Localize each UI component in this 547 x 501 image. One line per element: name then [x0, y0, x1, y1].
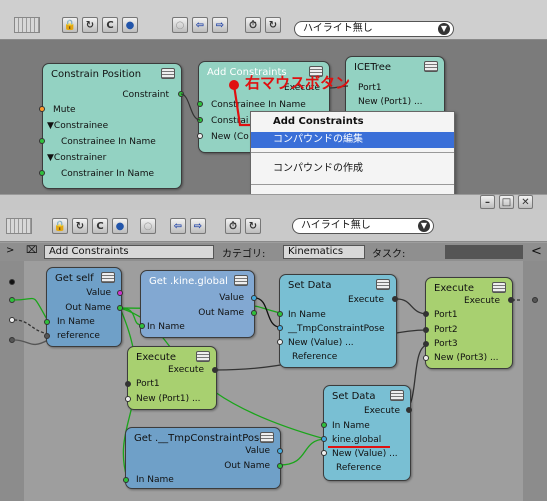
port-value: Value	[219, 293, 244, 303]
port-dot[interactable]	[277, 311, 283, 317]
node-get-self[interactable]: Get self Value Out Name In Name referenc…	[46, 267, 122, 347]
node-execute-mid[interactable]: Execute Execute Port1 New (Port1) ...	[127, 346, 217, 410]
port-in-name: In Name	[147, 322, 185, 332]
port-execute: Execute	[364, 406, 400, 416]
port-execute: Execute	[348, 295, 384, 305]
port-dot[interactable]	[321, 422, 327, 428]
port-dot[interactable]	[44, 333, 50, 339]
port-dot[interactable]	[277, 448, 283, 454]
port-dot[interactable]	[423, 341, 429, 347]
port-dot[interactable]	[277, 325, 283, 331]
port-dot[interactable]	[251, 310, 257, 316]
port-kine-global: kine.global	[332, 435, 382, 445]
port-dot[interactable]	[125, 396, 131, 402]
port-dot[interactable]	[321, 436, 327, 442]
port-dot[interactable]	[123, 477, 129, 483]
node-menu-icon[interactable]	[196, 351, 210, 362]
node-menu-icon[interactable]	[234, 275, 248, 286]
node-menu-icon[interactable]	[390, 390, 404, 401]
node-execute-right[interactable]: Execute Execute Port1 Port2 Port3 New (P…	[425, 277, 513, 369]
port-execute: Execute	[168, 365, 204, 375]
port-new-port3: New (Port3) ...	[434, 353, 499, 363]
node-title: Execute	[136, 352, 176, 363]
node-menu-icon[interactable]	[101, 272, 115, 283]
port-tmp-constraint-pose: __TmpConstraintPose	[288, 324, 385, 334]
port-dot[interactable]	[423, 311, 429, 317]
port-in-name: In Name	[136, 475, 174, 485]
port-execute: Execute	[464, 296, 500, 306]
port-dot[interactable]	[423, 327, 429, 333]
port-port3: Port3	[434, 339, 458, 349]
node-get-tmp-constraint-pose[interactable]: Get .__TmpConstraintPose Value Out Name …	[125, 427, 281, 489]
node-title: Execute	[434, 283, 474, 294]
port-new-value: New (Value) ...	[288, 338, 354, 348]
port-new-value: New (Value) ...	[332, 449, 398, 459]
port-reference: Reference	[336, 463, 382, 473]
port-in-name: In Name	[57, 317, 95, 327]
node-title: Set Data	[288, 280, 332, 291]
node-set-data-1[interactable]: Set Data Execute In Name __TmpConstraint…	[279, 274, 397, 368]
port-port1: Port1	[434, 310, 458, 320]
port-dot[interactable]	[406, 407, 412, 413]
port-dot[interactable]	[277, 339, 283, 345]
node-title: Get .__TmpConstraintPose	[134, 433, 266, 444]
port-new-port1: New (Port1) ...	[136, 394, 201, 404]
node-menu-icon[interactable]	[376, 279, 390, 290]
port-dot[interactable]	[139, 323, 145, 329]
node-title: Get .kine.global	[149, 276, 228, 287]
port-dot[interactable]	[277, 463, 283, 469]
port-value: Value	[245, 446, 270, 456]
port-dot[interactable]	[125, 381, 131, 387]
port-reference: Reference	[292, 352, 338, 362]
port-reference: reference	[57, 331, 100, 341]
port-dot[interactable]	[212, 367, 218, 373]
port-dot[interactable]	[392, 296, 398, 302]
annotation-underline	[328, 446, 390, 448]
port-value: Value	[86, 288, 111, 298]
port-dot[interactable]	[321, 450, 327, 456]
port-out-name: Out Name	[65, 303, 111, 313]
port-port1: Port1	[136, 379, 160, 389]
port-port2: Port2	[434, 325, 458, 335]
port-out-name: Out Name	[224, 461, 270, 471]
port-dot[interactable]	[117, 305, 123, 311]
port-in-name: In Name	[332, 421, 370, 431]
port-out-name: Out Name	[198, 308, 244, 318]
port-dot[interactable]	[44, 319, 50, 325]
port-dot[interactable]	[251, 295, 257, 301]
port-in-name: In Name	[288, 310, 326, 320]
compound-wires	[13, 297, 522, 479]
port-dot[interactable]	[508, 297, 514, 303]
node-set-data-2[interactable]: Set Data Execute In Name kine.global New…	[323, 385, 411, 481]
node-menu-icon[interactable]	[492, 282, 506, 293]
node-title: Get self	[55, 273, 94, 284]
port-dot[interactable]	[423, 355, 429, 361]
node-get-kine-global[interactable]: Get .kine.global Value Out Name In Name	[140, 270, 255, 338]
port-dot[interactable]	[117, 290, 123, 296]
node-menu-icon[interactable]	[260, 432, 274, 443]
node-title: Set Data	[332, 391, 376, 402]
